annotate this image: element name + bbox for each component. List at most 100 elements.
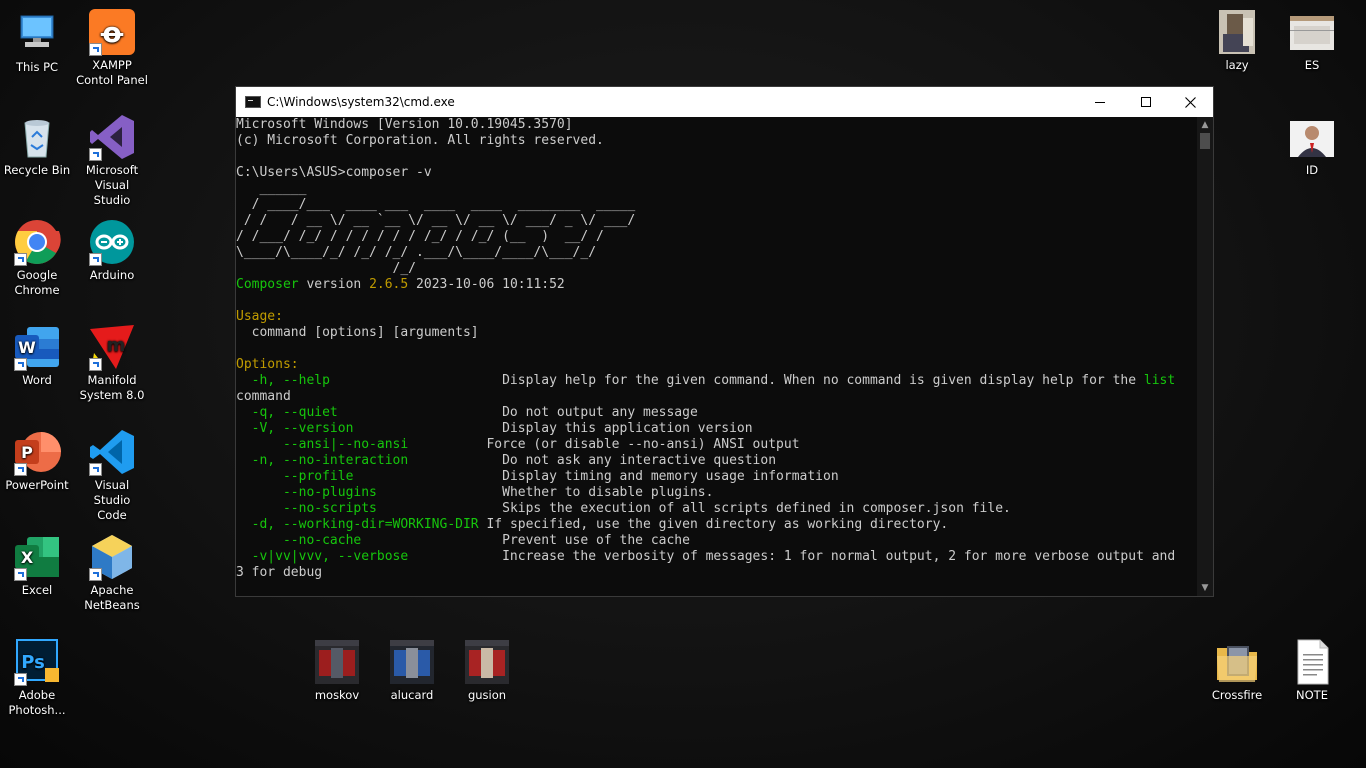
scroll-down-icon[interactable]: ▼ xyxy=(1200,583,1210,593)
image-file-icon xyxy=(1288,113,1336,161)
vertical-scrollbar[interactable]: ▲ ▼ xyxy=(1197,117,1213,596)
console-text-segment: C:\Users\ASUS>composer -v xyxy=(236,165,432,180)
desktop-icon-label: Excel xyxy=(21,583,53,597)
image-file-icon xyxy=(463,638,511,686)
maximize-icon xyxy=(1141,97,1151,107)
console-text-segment: (c) Microsoft Corporation. All rights re… xyxy=(236,133,604,148)
desktop-icon-lazy[interactable]: lazy xyxy=(1200,8,1274,73)
console-text-segment: / ____/___ ____ ___ ____ ____ ________ _… xyxy=(236,197,636,212)
xampp-icon: ꝋ xyxy=(88,8,136,56)
console-text-segment: Display help for the given command. When… xyxy=(329,373,1144,388)
console-text-segment: Prevent use of the cache xyxy=(361,533,690,548)
text-file-icon xyxy=(1288,638,1336,686)
desktop-icon-label: ID xyxy=(1305,163,1319,177)
desktop-icon-powerpoint[interactable]: P PowerPoint xyxy=(0,428,74,493)
svg-text:m: m xyxy=(107,335,126,356)
console-text-segment: Do not ask any interactive question xyxy=(408,453,777,468)
console-output[interactable]: Microsoft Windows [Version 10.0.19045.35… xyxy=(236,117,1197,596)
console-line: Usage: xyxy=(236,309,1197,325)
console-text-segment: 2023-10-06 10:11:52 xyxy=(408,277,565,292)
console-text-segment: --no-scripts xyxy=(236,501,377,516)
cmd-window[interactable]: C:\Windows\system32\cmd.exe Microsoft Wi… xyxy=(235,86,1214,597)
console-text-segment: -d, --working-dir=WORKING-DIR xyxy=(236,517,479,532)
console-text-segment: / / / __ \/ __ `__ \/ __ \/ __ \/ ___/ _… xyxy=(236,213,636,228)
desktop-icon-label: XAMPP Contol Panel xyxy=(76,58,148,87)
desktop-icon-excel[interactable]: X Excel xyxy=(0,533,74,598)
window-title: C:\Windows\system32\cmd.exe xyxy=(267,95,455,109)
console-text-segment: Skips the execution of all scripts defin… xyxy=(376,501,1011,516)
console-line: --no-cache Prevent use of the cache xyxy=(236,533,1197,549)
arduino-icon xyxy=(88,218,136,266)
desktop-icon-label: Google Chrome xyxy=(14,268,60,297)
desktop-icon-note[interactable]: NOTE xyxy=(1275,638,1349,703)
console-line: Composer version 2.6.5 2023-10-06 10:11:… xyxy=(236,277,1197,293)
minimize-button[interactable] xyxy=(1077,87,1123,117)
desktop-icon-label: moskov xyxy=(314,688,360,702)
desktop-icon-alucard[interactable]: alucard xyxy=(375,638,449,703)
desktop-icon-label: NOTE xyxy=(1296,688,1328,702)
console-line: --ansi|--no-ansi Force (or disable --no-… xyxy=(236,437,1197,453)
minimize-icon xyxy=(1095,102,1105,103)
desktop-icon-id[interactable]: ID xyxy=(1275,113,1349,178)
console-line: --no-scripts Skips the execution of all … xyxy=(236,501,1197,517)
console-text-segment: Display this application version xyxy=(353,421,753,436)
console-text-segment: / /___/ /_/ / / / / / / /_/ / /_/ (__ ) … xyxy=(236,229,604,244)
desktop-icon-vscode[interactable]: Visual Studio Code xyxy=(75,428,149,523)
folder-icon xyxy=(1213,638,1261,686)
desktop-icon-visual-studio[interactable]: Microsoft Visual Studio xyxy=(75,113,149,208)
image-file-icon xyxy=(388,638,436,686)
desktop-icon-es[interactable]: ES xyxy=(1275,8,1349,73)
console-line: / /___/ /_/ / / / / / / /_/ / /_/ (__ ) … xyxy=(236,229,1197,245)
console-text-segment: ______ xyxy=(236,181,307,196)
scroll-up-icon[interactable]: ▲ xyxy=(1200,120,1210,130)
maximize-button[interactable] xyxy=(1123,87,1169,117)
desktop-icon-label: Manifold System 8.0 xyxy=(79,373,145,402)
desktop-icon-arduino[interactable]: Arduino xyxy=(75,218,149,283)
desktop-icon-photoshop[interactable]: Ps Adobe Photosh... xyxy=(0,638,74,718)
console-text-segment: 2.6.5 xyxy=(369,277,409,292)
desktop-icon-xampp[interactable]: ꝋ XAMPP Contol Panel xyxy=(75,8,149,88)
console-text-segment: --no-cache xyxy=(236,533,362,548)
desktop-icon-recycle-bin[interactable]: Recycle Bin xyxy=(0,113,74,178)
console-text-segment: \____/\____/_/ /_/ /_/ .___/\____/____/\… xyxy=(236,245,597,260)
console-text-segment: If specified, use the given directory as… xyxy=(478,517,949,532)
powerpoint-icon: P xyxy=(13,428,61,476)
title-bar[interactable]: C:\Windows\system32\cmd.exe xyxy=(236,87,1213,117)
console-line: command xyxy=(236,389,1197,405)
console-text-segment: -q, --quiet xyxy=(236,405,338,420)
console-text-segment: 3 for debug xyxy=(236,565,323,580)
photoshop-icon: Ps xyxy=(13,638,61,686)
console-line: 3 for debug xyxy=(236,565,1197,581)
desktop-icon-label: ES xyxy=(1304,58,1320,72)
desktop-icon-crossfire[interactable]: Crossfire xyxy=(1200,638,1274,703)
desktop-icon-word[interactable]: W Word xyxy=(0,323,74,388)
console-text-segment: version xyxy=(298,277,370,292)
console-line: --no-plugins Whether to disable plugins. xyxy=(236,485,1197,501)
desktop-icon-netbeans[interactable]: Apache NetBeans xyxy=(75,533,149,613)
desktop-icon-chrome[interactable]: Google Chrome xyxy=(0,218,74,298)
image-file-icon xyxy=(1288,8,1336,56)
console-text-segment: Do not output any message xyxy=(337,405,698,420)
svg-text:ꝋ: ꝋ xyxy=(101,16,124,49)
console-line: C:\Users\ASUS>composer -v xyxy=(236,165,1197,181)
desktop-icon-gusion[interactable]: gusion xyxy=(450,638,524,703)
desktop-icon-manifold[interactable]: m Manifold System 8.0 xyxy=(75,323,149,403)
console-line: / ____/___ ____ ___ ____ ____ ________ _… xyxy=(236,197,1197,213)
console-text-segment: -v|vv|vvv, --verbose xyxy=(236,549,409,564)
console-text-segment: -n, --no-interaction xyxy=(236,453,409,468)
svg-text:W: W xyxy=(18,338,36,357)
console-text-segment: Options: xyxy=(236,357,299,372)
scroll-thumb[interactable] xyxy=(1200,133,1210,149)
manifold-icon: m xyxy=(88,323,136,371)
desktop-icon-moskov[interactable]: moskov xyxy=(300,638,374,703)
desktop-icon-this-pc[interactable]: This PC xyxy=(0,10,74,75)
desktop-icon-label: Apache NetBeans xyxy=(84,583,140,612)
console-text-segment: Increase the verbosity of messages: 1 fo… xyxy=(408,549,1176,564)
console-text-segment: command xyxy=(236,389,291,404)
visual-studio-icon xyxy=(88,113,136,161)
desktop-icon-label: Microsoft Visual Studio xyxy=(85,163,139,207)
desktop-icon-label: PowerPoint xyxy=(5,478,69,492)
close-button[interactable] xyxy=(1167,87,1213,117)
console-text-segment: list xyxy=(1143,373,1176,388)
cmd-app-icon[interactable] xyxy=(245,96,261,108)
